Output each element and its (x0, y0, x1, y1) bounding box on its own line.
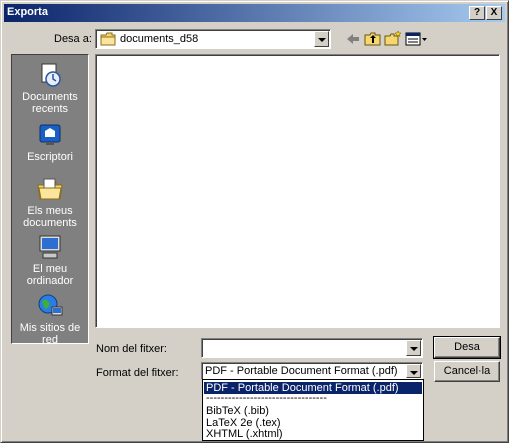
chevron-down-icon[interactable] (314, 31, 329, 47)
format-dropdown-list: PDF - Portable Document Format (.pdf) --… (202, 379, 424, 441)
format-option[interactable]: PDF - Portable Document Format (.pdf) (204, 382, 422, 394)
file-list[interactable] (95, 54, 500, 328)
place-my-computer[interactable]: El meu ordinador (12, 233, 88, 287)
format-label: Format del fitxer: (96, 367, 179, 379)
window-title: Exporta (7, 6, 48, 18)
format-option[interactable]: BibTeX (.bib) (204, 405, 422, 417)
network-places-icon (38, 294, 63, 316)
chevron-down-icon[interactable] (406, 340, 421, 356)
up-folder-icon[interactable] (364, 30, 382, 48)
folder-icon (100, 32, 116, 46)
title-bar[interactable]: Exporta ? X (4, 4, 505, 22)
format-selected: PDF - Portable Document Format (.pdf) (205, 365, 398, 377)
chevron-down-icon[interactable] (406, 364, 421, 378)
place-recent-documents[interactable]: Documents recents (12, 61, 88, 115)
place-label: Els meus documents (23, 205, 77, 229)
save-in-combo[interactable]: documents_d58 (95, 29, 331, 49)
places-bar: Documents recents Escriptori Els meus do… (11, 54, 89, 346)
back-arrow-icon[interactable] (344, 30, 362, 48)
desktop-icon (39, 124, 61, 145)
save-in-label: Desa a: (54, 33, 92, 45)
help-button[interactable]: ? (469, 6, 485, 20)
filename-field[interactable] (201, 338, 423, 358)
format-separator: --------------------------------- (206, 394, 327, 404)
place-label: Escriptori (27, 151, 73, 163)
place-label: El meu ordinador (26, 263, 74, 287)
place-my-documents[interactable]: Els meus documents (12, 175, 88, 229)
view-menu-icon[interactable] (405, 30, 429, 48)
cancel-button[interactable]: Cancel·la (434, 361, 500, 382)
place-label: Documents recents (22, 91, 78, 115)
current-folder: documents_d58 (120, 33, 199, 45)
format-option[interactable]: XHTML (.xhtml) (204, 428, 422, 440)
recent-documents-icon (41, 63, 61, 87)
new-folder-icon[interactable] (384, 30, 402, 48)
my-computer-icon (39, 235, 61, 259)
close-button[interactable]: X (486, 6, 502, 20)
filename-label: Nom del fitxer: (96, 343, 167, 355)
my-documents-icon (37, 178, 63, 200)
format-select[interactable]: PDF - Portable Document Format (.pdf) (201, 362, 423, 380)
place-network[interactable]: Mis sitios de red (12, 292, 88, 346)
export-dialog: Exporta ? X Desa a: documents_d58 Docume… (0, 0, 509, 443)
save-button[interactable]: Desa (433, 336, 501, 359)
place-label: Mis sitios de red (19, 322, 81, 346)
place-desktop[interactable]: Escriptori (12, 121, 88, 163)
